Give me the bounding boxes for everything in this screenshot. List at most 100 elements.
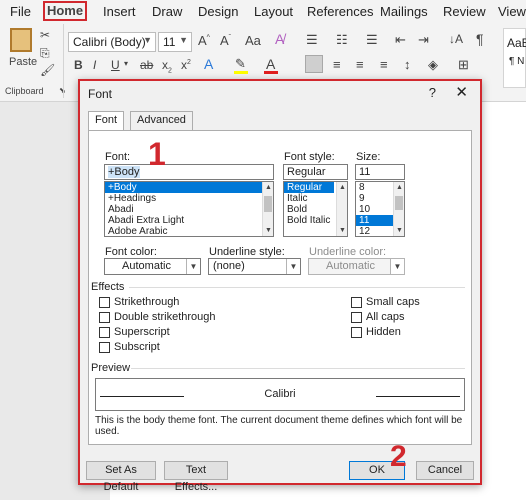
list-item[interactable]: +Headings	[105, 193, 273, 204]
font-color-bar	[264, 71, 278, 74]
align-right-icon[interactable]: ≡	[356, 57, 364, 72]
shrink-font-icon[interactable]: Aˇ	[220, 33, 231, 48]
underline-color-select[interactable]: Automatic ▼	[308, 258, 405, 275]
scroll-up-icon: ▲	[396, 184, 403, 191]
align-left-icon[interactable]	[305, 55, 323, 73]
list-item[interactable]: +Body	[105, 182, 273, 193]
change-case-icon[interactable]: Aa	[245, 33, 261, 48]
show-marks-icon[interactable]: ¶	[476, 31, 484, 47]
tab-advanced[interactable]: Advanced	[130, 111, 193, 130]
font-list[interactable]: +Body +Headings Abadi Abadi Extra Light …	[104, 181, 274, 237]
close-icon[interactable]: ✕	[455, 83, 468, 101]
highlight-color-bar	[234, 71, 248, 74]
preview-divider	[131, 368, 465, 369]
cut-icon[interactable]: ✂	[40, 28, 50, 42]
tab-references[interactable]: References	[307, 4, 373, 19]
underline-style-select[interactable]: (none) ▼	[208, 258, 301, 275]
subscript-icon[interactable]: x2	[162, 58, 172, 74]
borders-icon[interactable]: ⊞	[458, 57, 469, 73]
tab-review[interactable]: Review	[443, 4, 486, 19]
highlight-icon[interactable]: ✎	[235, 56, 246, 72]
chevron-down-icon: ▼	[390, 259, 404, 274]
font-style-scrollbar[interactable]: ▲ ▼	[336, 182, 347, 236]
font-color-icon[interactable]: A	[266, 56, 275, 72]
subscript-checkbox[interactable]: Subscript	[99, 341, 160, 353]
cancel-button[interactable]: Cancel	[416, 461, 474, 480]
hidden-checkbox[interactable]: Hidden	[351, 326, 401, 338]
font-size-combo[interactable]: 11 ▼	[158, 32, 192, 52]
text-effects-icon[interactable]: A	[204, 56, 213, 72]
underline-icon[interactable]: U	[111, 58, 120, 72]
font-color-select[interactable]: Automatic ▼	[104, 258, 201, 275]
line-spacing-icon[interactable]: ↕	[404, 57, 411, 72]
scroll-down-icon: ▼	[265, 227, 272, 234]
list-item[interactable]: 11	[356, 215, 394, 226]
font-color-label: Font color:	[105, 246, 157, 258]
tab-design[interactable]: Design	[198, 4, 238, 19]
list-item[interactable]: Regular	[284, 182, 334, 193]
paste-icon[interactable]	[10, 28, 32, 52]
tab-mailings[interactable]: Mailings	[380, 4, 428, 19]
font-list-scrollbar[interactable]: ▲ ▼	[262, 182, 273, 236]
chevron-down-icon[interactable]: ▾	[124, 59, 128, 68]
tab-home[interactable]: Home	[43, 1, 87, 21]
grow-font-icon[interactable]: A^	[198, 33, 210, 48]
style-sample: AaB	[507, 36, 526, 50]
bullets-icon[interactable]: ☰	[306, 32, 318, 48]
sort-icon[interactable]: ↓A	[449, 32, 463, 46]
justify-icon[interactable]: ≡	[380, 57, 388, 72]
scroll-down-icon: ▼	[339, 227, 346, 234]
bold-icon[interactable]: B	[74, 58, 83, 72]
multilevel-list-icon[interactable]: ☰	[366, 32, 378, 48]
underline-style-label: Underline style:	[209, 246, 285, 258]
chevron-down-icon: ▼	[143, 35, 152, 45]
copy-icon[interactable]: ⎘	[40, 46, 50, 61]
double-strikethrough-checkbox[interactable]: Double strikethrough	[99, 311, 216, 323]
clipboard-group-label: Clipboard	[5, 86, 44, 96]
effects-label: Effects	[91, 281, 125, 293]
tab-layout[interactable]: Layout	[254, 4, 293, 19]
tab-font[interactable]: Font	[88, 111, 125, 131]
chevron-down-icon: ▼	[179, 35, 188, 45]
small-caps-checkbox[interactable]: Small caps	[351, 296, 420, 308]
preview-baseline-right	[376, 396, 460, 397]
size-input[interactable]: 11	[355, 164, 405, 180]
font-tab-panel: Font: +Body +Body +Headings Abadi Abadi …	[88, 130, 472, 445]
shading-icon[interactable]: ◈	[428, 57, 438, 73]
strikethrough-checkbox[interactable]: Strikethrough	[99, 296, 179, 308]
format-painter-icon[interactable]: 🖌	[40, 63, 55, 77]
size-list[interactable]: 8 9 10 11 12 ▲ ▼	[355, 181, 405, 237]
list-item[interactable]: Adobe Arabic	[105, 226, 273, 236]
list-item[interactable]: Abadi Extra Light	[105, 215, 273, 226]
theme-note: This is the body theme font. The current…	[95, 415, 463, 437]
tab-file[interactable]: File	[10, 4, 31, 19]
tab-draw[interactable]: Draw	[152, 4, 182, 19]
tab-view[interactable]: View	[498, 4, 526, 19]
align-center-icon[interactable]: ≡	[333, 57, 341, 72]
effects-divider	[129, 287, 465, 288]
dialog-title: Font	[88, 87, 113, 101]
clear-formatting-icon[interactable]: A̸	[275, 31, 284, 47]
increase-indent-icon[interactable]: ⇥	[418, 32, 429, 48]
size-scrollbar[interactable]: ▲ ▼	[393, 182, 404, 236]
scroll-down-icon: ▼	[396, 227, 403, 234]
strikethrough-icon[interactable]: ab	[140, 58, 153, 72]
superscript-checkbox[interactable]: Superscript	[99, 326, 170, 338]
underline-color-label: Underline color:	[309, 246, 387, 258]
font-input[interactable]: +Body	[104, 164, 274, 180]
font-style-input[interactable]: Regular	[283, 164, 348, 180]
annotation-one: 1	[148, 136, 166, 172]
list-item[interactable]: Abadi	[105, 204, 273, 215]
help-button[interactable]: ?	[429, 85, 436, 100]
italic-icon[interactable]: I	[93, 58, 96, 72]
decrease-indent-icon[interactable]: ⇤	[395, 32, 406, 48]
superscript-icon[interactable]: x2	[181, 58, 191, 72]
paste-button-label[interactable]: Paste	[9, 56, 37, 68]
tab-insert[interactable]: Insert	[103, 4, 136, 19]
set-as-default-button[interactable]: Set As Default	[86, 461, 156, 493]
font-style-list[interactable]: Regular Italic Bold Bold Italic ▲ ▼	[283, 181, 348, 237]
all-caps-checkbox[interactable]: All caps	[351, 311, 405, 323]
numbering-icon[interactable]: ☷	[336, 32, 348, 48]
font-name-combo[interactable]: Calibri (Body) ▼	[68, 32, 156, 52]
text-effects-button[interactable]: Text Effects...	[164, 461, 228, 493]
